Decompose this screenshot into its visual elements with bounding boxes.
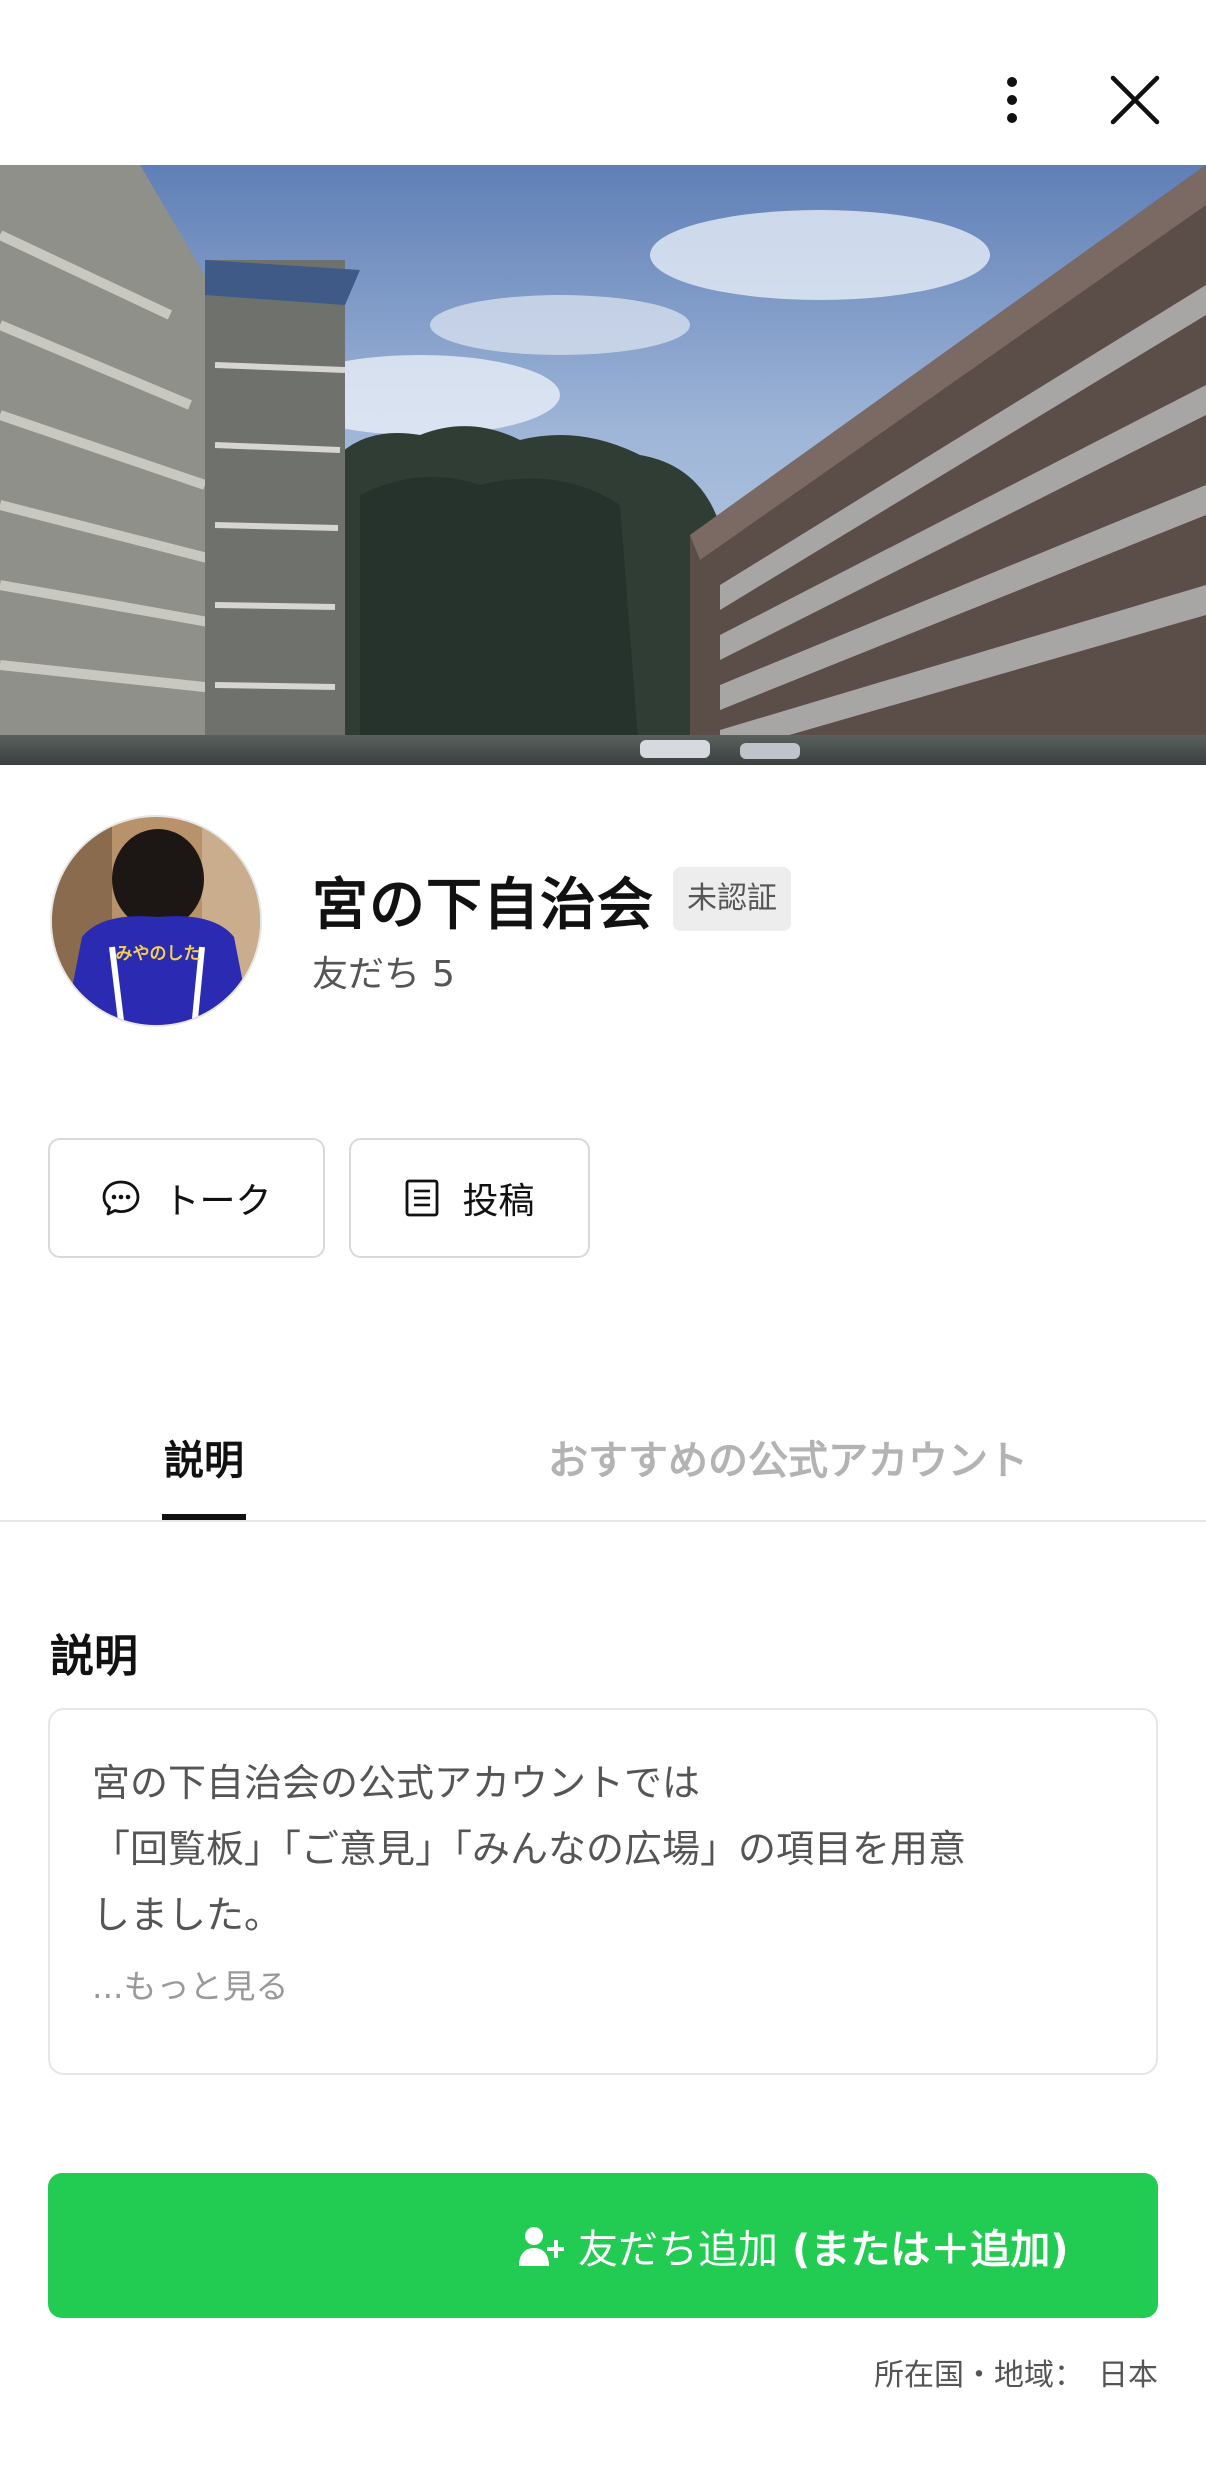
region-label: 所在国・地域： — [874, 2358, 1084, 2393]
cover-photo — [0, 165, 1206, 765]
friends-count: 友だち 5 — [312, 945, 455, 997]
description-line: しました。 — [92, 1893, 283, 1937]
description-box: 宮の下自治会の公式アカウントでは 「回覧板」「ご意見」「みんなの広場」の項目を用… — [48, 1708, 1158, 2075]
post-button[interactable]: 投稿 — [349, 1138, 590, 1258]
talk-button-label: トーク — [163, 1181, 272, 1222]
active-tab-indicator — [162, 1514, 246, 1520]
more-options-button[interactable] — [980, 60, 1044, 140]
description-line: 「回覧板」「ご意見」「みんなの広場」の項目を用意 — [92, 1827, 967, 1871]
document-icon — [406, 1179, 439, 1217]
tab-bar: 説明 おすすめの公式アカウント — [0, 1380, 1206, 1522]
add-friend-label: 友だち追加 — [578, 2226, 778, 2273]
tab-recommended-accounts[interactable]: おすすめの公式アカウント — [548, 1428, 1028, 1486]
unverified-badge: 未認証 — [673, 867, 791, 931]
account-name: 宮の下自治会 — [312, 873, 654, 938]
profile-avatar: みやのした — [50, 815, 262, 1027]
add-friend-button[interactable]: 友だち追加 (または＋追加) — [48, 2173, 1158, 2318]
top-bar — [0, 0, 1206, 165]
tab-description[interactable]: 説明 — [164, 1428, 244, 1486]
region-info: 所在国・地域： 日本 — [874, 2350, 1158, 2394]
region-value: 日本 — [1098, 2358, 1158, 2393]
add-friend-content: 友だち追加 (または＋追加) — [518, 2173, 1069, 2318]
post-button-label: 投稿 — [462, 1181, 535, 1222]
vertical-dots-icon — [1007, 77, 1017, 123]
close-icon — [1110, 75, 1160, 125]
friends-number: 5 — [432, 954, 455, 995]
description-line: 宮の下自治会の公式アカウントでは — [92, 1761, 701, 1805]
see-more-link[interactable]: ...もっと見る — [92, 1960, 288, 2008]
add-person-icon — [519, 2226, 564, 2266]
account-profile-page: みやのした 宮の下自治会 未認証 友だち 5 トーク 投稿 説明 おすすめの公式ア… — [0, 0, 1206, 2469]
chat-bubble-icon — [103, 1180, 140, 1216]
add-friend-hint: (または＋追加) — [792, 2226, 1069, 2273]
avatar-jersey-text: みやのした — [116, 944, 201, 964]
talk-button[interactable]: トーク — [48, 1138, 325, 1258]
friends-label: 友だち — [312, 954, 421, 995]
close-button[interactable] — [1090, 60, 1180, 140]
description-title: 説明 — [50, 1631, 138, 1682]
